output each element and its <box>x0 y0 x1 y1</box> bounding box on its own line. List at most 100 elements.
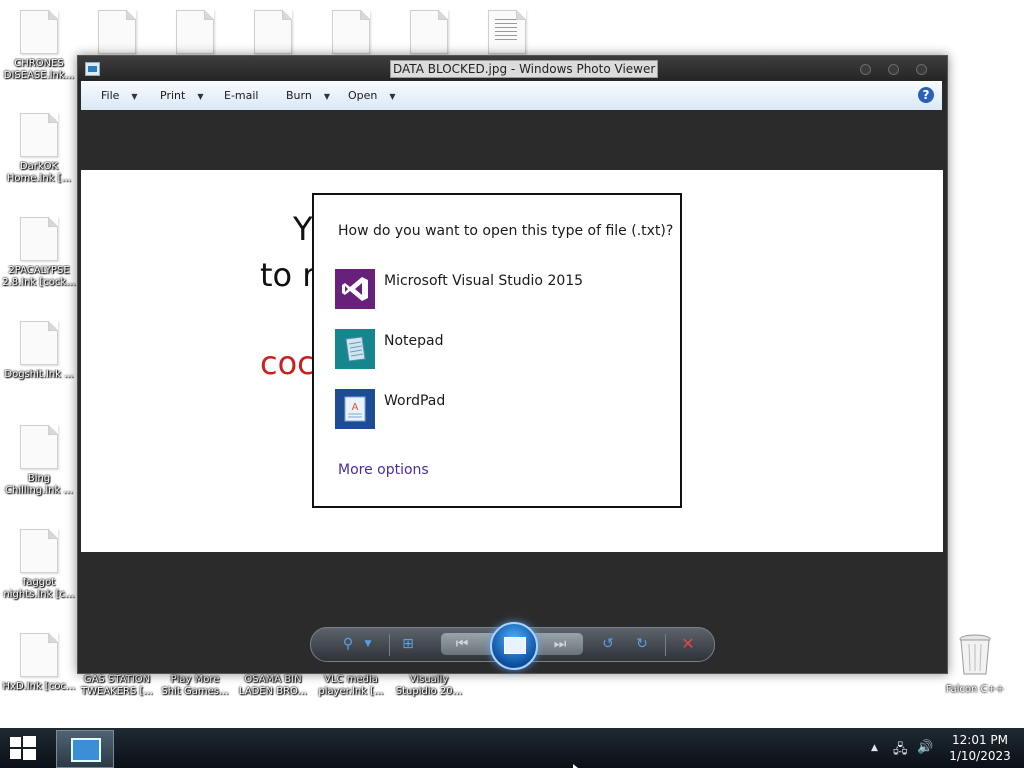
option-visual-studio[interactable]: Microsoft Visual Studio 2015 <box>335 269 635 309</box>
open-with-dialog: How do you want to open this type of fil… <box>312 193 682 508</box>
desktop-icon[interactable] <box>312 10 390 54</box>
file-icon <box>176 10 214 54</box>
delete-icon[interactable]: ✕ <box>679 635 697 653</box>
volume-icon[interactable]: 🔊 <box>917 740 933 755</box>
desktop-icon[interactable]: 2PACALYPSE 2.8.lnk [cock... <box>0 217 78 289</box>
desktop-icon[interactable]: Dogshit.lnk ... <box>0 321 78 381</box>
menu-burn[interactable]: Burn ▼ <box>286 89 330 102</box>
photo-text-line: Y <box>293 210 313 248</box>
window-title: DATA BLOCKED.jpg - Windows Photo Viewer <box>390 60 659 78</box>
file-icon <box>332 10 370 54</box>
option-label: Microsoft Visual Studio 2015 <box>384 273 584 289</box>
photo-text-line: coc <box>260 344 315 382</box>
desktop-icon[interactable] <box>156 10 234 54</box>
menu-email[interactable]: E-mail <box>224 89 259 102</box>
menu-print[interactable]: Print ▼ <box>160 89 203 102</box>
desktop-icon[interactable] <box>468 10 546 54</box>
desktop-icon-label: OSAMA BIN LADEN BRO... <box>238 674 308 697</box>
desktop-icon[interactable] <box>78 10 156 54</box>
mouse-cursor <box>573 764 578 768</box>
taskbar-photo-viewer[interactable] <box>56 730 114 768</box>
option-label: Notepad <box>384 333 444 349</box>
windows-logo-icon[interactable] <box>10 736 36 760</box>
rotate-counterclockwise-icon[interactable]: ↺ <box>599 635 617 653</box>
taskbar: ▲ 🖧 🔊 12:01 PM 1/10/2023 <box>0 728 1024 768</box>
file-icon <box>410 10 448 54</box>
maximize-button[interactable] <box>888 64 899 75</box>
desktop-icon-label: HxD.lnk [coc... <box>2 681 76 692</box>
menu-file[interactable]: File ▼ <box>101 89 138 102</box>
viewer-controls: ⚲ ▼ ⊞ ⏮ ⏭ ↺ ↻ ✕ <box>310 622 715 670</box>
visual-studio-icon <box>335 269 375 309</box>
clock[interactable]: 12:01 PM 1/10/2023 <box>940 732 1020 764</box>
file-icon <box>20 113 58 157</box>
file-icon <box>20 425 58 469</box>
menu-open[interactable]: Open ▼ <box>348 89 396 102</box>
option-label: WordPad <box>384 393 446 409</box>
desktop-icon-label: Play More Shit Games... <box>161 674 229 697</box>
recycle-bin-label: Falcon C++ <box>945 684 1005 695</box>
desktop-icon[interactable]: DarkOK Home.lnk [... <box>0 113 78 185</box>
recycle-bin-icon <box>959 634 991 675</box>
dialog-question: How do you want to open this type of fil… <box>338 223 674 239</box>
option-wordpad[interactable]: A WordPad <box>335 389 635 429</box>
slideshow-icon <box>504 637 526 654</box>
desktop-icon-label: CHRONES DISEASE.lnk... <box>3 58 75 81</box>
file-icon <box>98 10 136 54</box>
chevron-down-icon: ▼ <box>389 92 396 101</box>
desktop-icon-label: 2PACALYPSE 2.8.lnk [cock... <box>2 265 76 288</box>
chevron-down-icon[interactable]: ▼ <box>359 635 377 653</box>
desktop-icon[interactable]: Play More Shit Games... <box>156 670 234 698</box>
photo-viewer-icon <box>71 738 101 762</box>
close-button[interactable] <box>916 64 927 75</box>
more-options-link[interactable]: More options <box>338 462 429 478</box>
previous-icon[interactable]: ⏮ <box>453 635 471 653</box>
file-icon <box>254 10 292 54</box>
desktop-icon[interactable]: VLC media player.lnk [... <box>312 670 390 698</box>
chevron-down-icon: ▼ <box>131 92 138 101</box>
network-icon[interactable]: 🖧 <box>893 740 908 762</box>
wordpad-icon: A <box>335 389 375 429</box>
file-icon <box>20 321 58 365</box>
desktop-icon-label: Dogshit.lnk ... <box>4 369 74 380</box>
photo-viewer-icon <box>85 62 100 76</box>
file-icon <box>20 217 58 261</box>
notepad-icon <box>335 329 375 369</box>
zoom-icon[interactable]: ⚲ <box>339 635 357 653</box>
desktop-icon[interactable]: faggot nights.lnk [c... <box>0 529 78 601</box>
desktop-icon[interactable]: Visually Stupidio 20... <box>390 670 468 698</box>
rotate-clockwise-icon[interactable]: ↻ <box>633 635 651 653</box>
title-bar[interactable]: DATA BLOCKED.jpg - Windows Photo Viewer <box>78 56 947 81</box>
option-notepad[interactable]: Notepad <box>335 329 635 369</box>
desktop-icon-label: Visually Stupidio 20... <box>395 674 463 697</box>
photo-text-line: to r <box>260 256 316 294</box>
desktop-icon[interactable]: CHRONES DISEASE.lnk... <box>0 10 78 82</box>
desktop-icon-label: GAS STATION TWEAKERS [... <box>81 674 153 697</box>
clock-time: 12:01 PM <box>952 733 1008 747</box>
recycle-bin[interactable]: Falcon C++ <box>940 634 1010 695</box>
text-file-icon <box>488 10 526 54</box>
desktop-icon[interactable]: Bing Chilling.lnk ... <box>0 425 78 497</box>
desktop-icon-label: VLC media player.lnk [... <box>318 674 384 697</box>
minimize-button[interactable] <box>860 64 871 75</box>
help-icon[interactable]: ? <box>918 87 934 103</box>
chevron-down-icon: ▼ <box>323 92 330 101</box>
file-icon <box>20 10 58 54</box>
svg-text:A: A <box>352 402 359 413</box>
next-icon[interactable]: ⏭ <box>551 635 569 653</box>
file-icon <box>20 529 58 573</box>
slideshow-button[interactable] <box>490 622 538 670</box>
actual-size-icon[interactable]: ⊞ <box>399 635 417 653</box>
desktop-icon-label: DarkOK Home.lnk [... <box>6 161 72 184</box>
chevron-up-icon[interactable]: ▲ <box>871 743 878 753</box>
desktop-icon-label: Bing Chilling.lnk ... <box>5 473 73 496</box>
desktop-icon[interactable] <box>390 10 468 54</box>
desktop-icon[interactable]: HxD.lnk [coc... <box>0 633 78 693</box>
chevron-down-icon: ▼ <box>197 92 204 101</box>
menu-bar: File ▼ Print ▼ E-mail Burn ▼ Open ▼ ? <box>81 81 942 110</box>
desktop-icon[interactable]: OSAMA BIN LADEN BRO... <box>234 670 312 698</box>
desktop-icon[interactable]: GAS STATION TWEAKERS [... <box>78 670 156 698</box>
desktop-icon-label: faggot nights.lnk [c... <box>3 577 75 600</box>
desktop-icon[interactable] <box>234 10 312 54</box>
clock-date: 1/10/2023 <box>949 749 1011 763</box>
